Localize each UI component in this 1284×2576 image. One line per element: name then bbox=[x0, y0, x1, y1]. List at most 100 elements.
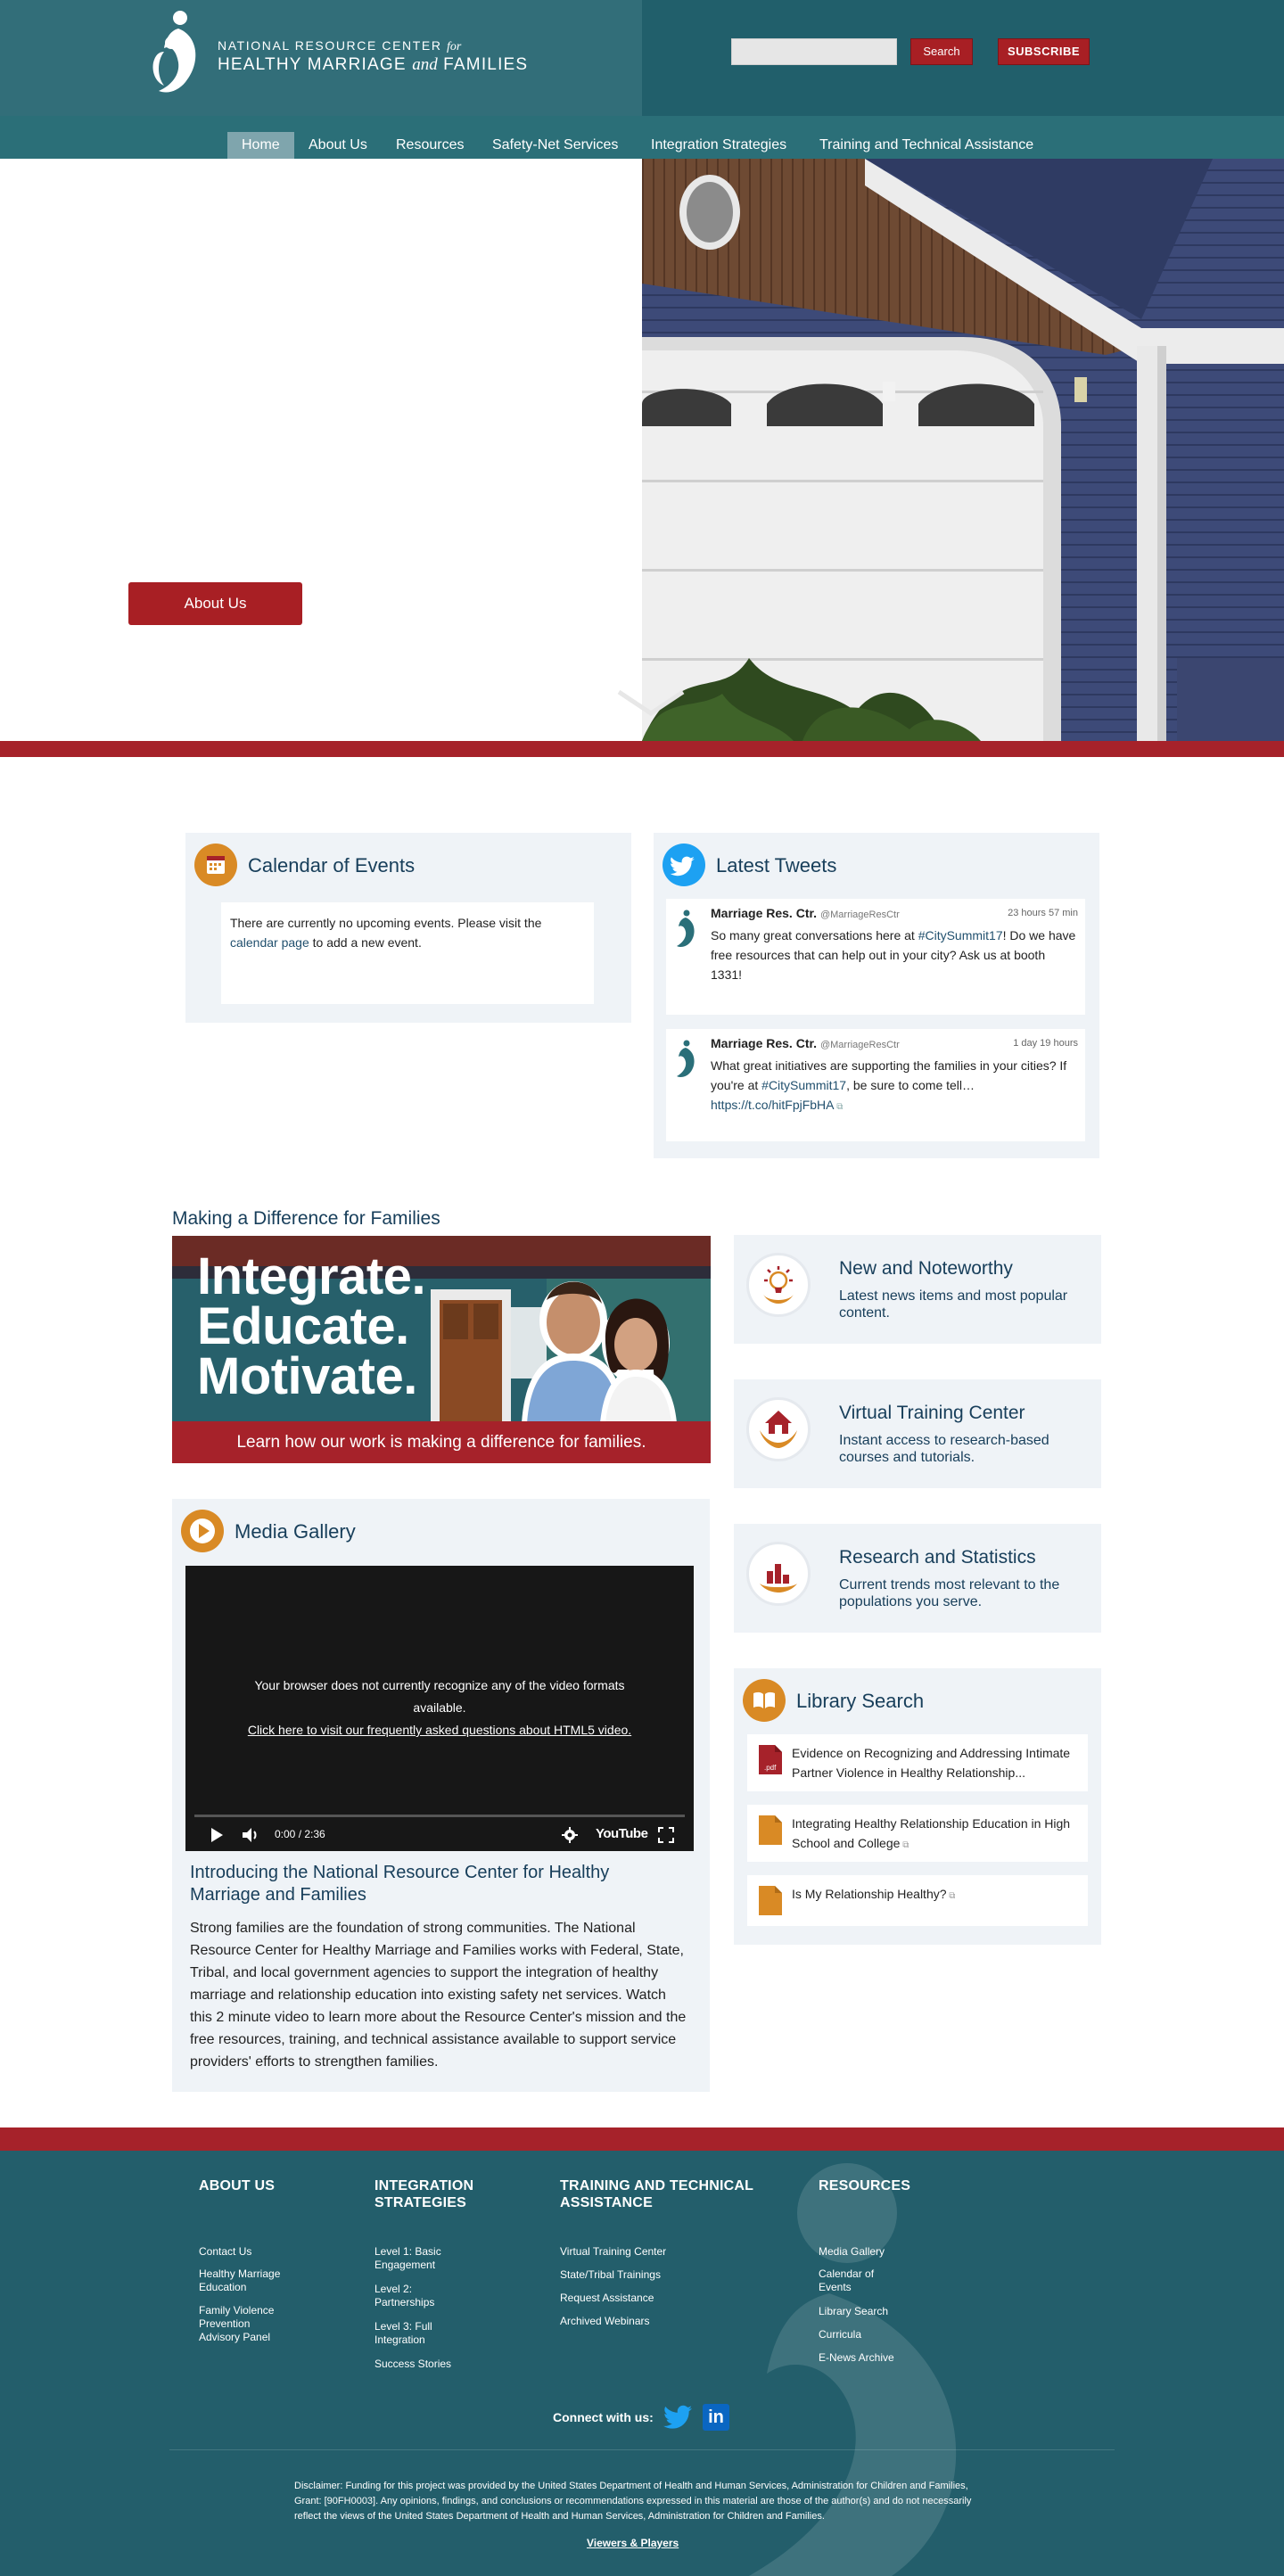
bar-chart-icon bbox=[746, 1542, 811, 1606]
footer-link[interactable]: Library Search bbox=[819, 2305, 888, 2318]
volume-icon[interactable] bbox=[241, 1826, 260, 1844]
site-header: NATIONAL RESOURCE CENTER for HEALTHY MAR… bbox=[0, 0, 1284, 116]
tweet-card: Marriage Res. Ctr. @MarriageResCtr 1 day… bbox=[666, 1029, 1085, 1141]
footer-disclaimer: Disclaimer: Funding for this project was… bbox=[294, 2481, 972, 2522]
library-item[interactable]: Is My Relationship Healthy? ⧉ bbox=[747, 1875, 1088, 1926]
footer-link[interactable]: Archived Webinars bbox=[560, 2315, 650, 2328]
library-item[interactable]: .pdf Evidence on Recognizing and Address… bbox=[747, 1734, 1088, 1791]
external-link-icon: ⧉ bbox=[834, 1102, 844, 1112]
tile-title: New and Noteworthy bbox=[839, 1258, 1013, 1279]
lightbulb-icon bbox=[746, 1253, 811, 1317]
tweet-url-link[interactable]: https://t.co/hitFpjFbHA bbox=[711, 1098, 835, 1112]
house-hands-icon bbox=[746, 1397, 811, 1461]
footer-heading-training-technical-assistance: TRAINING AND TECHNICAL ASSISTANCE bbox=[560, 2178, 753, 2210]
tweet-card: Marriage Res. Ctr. @MarriageResCtr 23 ho… bbox=[666, 899, 1085, 1015]
search-button[interactable]: Search bbox=[910, 38, 973, 65]
hero-house-image bbox=[642, 159, 1284, 741]
tile-description: Instant access to research-based courses… bbox=[839, 1433, 1049, 1465]
tweet-text: So many great conversations here at #Cit… bbox=[711, 928, 1076, 982]
new-and-noteworthy-tile[interactable]: New and Noteworthy Latest news items and… bbox=[734, 1235, 1101, 1344]
family-logo-icon bbox=[152, 11, 196, 93]
search-input[interactable] bbox=[731, 38, 897, 65]
tile-title: Virtual Training Center bbox=[839, 1403, 1025, 1423]
library-item[interactable]: Integrating Healthy Relationship Educati… bbox=[747, 1805, 1088, 1862]
banner-headline-motivate: Motivate. bbox=[197, 1347, 417, 1405]
subscribe-button[interactable]: SUBSCRIBE bbox=[998, 38, 1090, 65]
video-timestamp: 0:00 / 2:36 bbox=[275, 1828, 325, 1840]
footer-link[interactable]: Family Violence Prevention Advisory Pane… bbox=[199, 2304, 288, 2344]
twitter-bird-icon[interactable] bbox=[663, 844, 705, 886]
footer-top-bar bbox=[0, 2127, 1284, 2151]
virtual-training-center-tile[interactable]: Virtual Training Center Instant access t… bbox=[734, 1379, 1101, 1488]
svg-text:.pdf: .pdf bbox=[764, 1764, 777, 1772]
footer-link[interactable]: Level 1: Basic Engagement bbox=[374, 2245, 455, 2272]
main-nav: Home About Us Resources Safety-Net Servi… bbox=[0, 116, 1284, 159]
footer-link[interactable]: Contact Us bbox=[199, 2245, 251, 2259]
library-item-title[interactable]: Integrating Healthy Relationship Educati… bbox=[792, 1814, 1077, 1856]
footer-link[interactable]: Virtual Training Center bbox=[560, 2245, 666, 2259]
tweet-hashtag-link[interactable]: #CitySummit17 bbox=[918, 928, 1003, 942]
html5-video-faq-link[interactable]: Click here to visit our frequently asked… bbox=[248, 1723, 631, 1737]
nav-item-integration-strategies[interactable]: Integration Strategies bbox=[651, 132, 786, 159]
calendar-events-box: There are currently no upcoming events. … bbox=[221, 902, 594, 1004]
tweets-title: Latest Tweets bbox=[716, 854, 837, 876]
tweet-time[interactable]: 23 hours 57 min bbox=[1008, 908, 1078, 918]
tweet-time[interactable]: 1 day 19 hours bbox=[1013, 1038, 1078, 1049]
making-difference-banner[interactable]: Integrate. Educate. Motivate. Learn how … bbox=[172, 1236, 711, 1463]
calendar-message: There are currently no upcoming events. … bbox=[230, 916, 542, 950]
youtube-logo[interactable]: YouTube bbox=[596, 1826, 648, 1841]
media-gallery-title: Media Gallery bbox=[235, 1520, 356, 1543]
document-icon bbox=[759, 1815, 782, 1845]
footer-link[interactable]: Level 2: Partnerships bbox=[374, 2283, 455, 2309]
video-description: Strong families are the foundation of st… bbox=[190, 1921, 687, 2070]
about-us-hero-button[interactable]: About Us bbox=[128, 582, 302, 625]
footer-link[interactable]: Success Stories bbox=[374, 2358, 451, 2371]
scroll-down-chevron-icon[interactable] bbox=[615, 687, 687, 719]
external-link-icon: ⧉ bbox=[946, 1891, 956, 1901]
tweets-panel: Latest Tweets Marriage Res. Ctr. @Marria… bbox=[654, 833, 1099, 1158]
calendar-panel: Calendar of Events There are currently n… bbox=[185, 833, 631, 1023]
footer-link[interactable]: Media Gallery bbox=[819, 2245, 885, 2259]
nav-item-safety-net-services[interactable]: Safety-Net Services bbox=[492, 132, 618, 159]
site-logo[interactable]: NATIONAL RESOURCE CENTER for HEALTHY MAR… bbox=[152, 9, 544, 98]
hero-divider-bar bbox=[0, 741, 1284, 757]
research-and-statistics-tile[interactable]: Research and Statistics Current trends m… bbox=[734, 1524, 1101, 1633]
nav-item-resources[interactable]: Resources bbox=[396, 132, 464, 159]
video-title[interactable]: Introducing the National Resource Center… bbox=[190, 1862, 671, 1906]
calendar-page-link[interactable]: calendar page bbox=[230, 935, 309, 950]
twitter-icon[interactable] bbox=[663, 2405, 692, 2430]
footer-link[interactable]: Request Assistance bbox=[560, 2292, 654, 2305]
banner-headline-educate: Educate. bbox=[197, 1297, 409, 1355]
video-player[interactable]: Your browser does not currently recogniz… bbox=[185, 1566, 694, 1851]
logo-text-line1: NATIONAL RESOURCE CENTER for bbox=[218, 38, 462, 53]
footer-link[interactable]: Level 3: Full Integration bbox=[374, 2320, 455, 2347]
video-unsupported-message: Your browser does not currently recogniz… bbox=[247, 1678, 632, 1737]
viewers-and-players-link[interactable]: Viewers & Players bbox=[587, 2537, 679, 2549]
footer-heading-about-us: ABOUT US bbox=[199, 2178, 276, 2193]
nav-item-home[interactable]: Home bbox=[227, 132, 294, 159]
tile-title: Research and Statistics bbox=[839, 1547, 1036, 1568]
footer-link[interactable]: Calendar of Events bbox=[819, 2267, 890, 2294]
document-icon bbox=[759, 1886, 782, 1915]
footer-link[interactable]: Curricula bbox=[819, 2328, 861, 2341]
banner-caption[interactable]: Learn how our work is making a differenc… bbox=[172, 1421, 711, 1463]
library-item-title[interactable]: Is My Relationship Healthy? ⧉ bbox=[792, 1884, 1077, 1906]
tweet-author[interactable]: Marriage Res. Ctr. @MarriageResCtr bbox=[711, 1036, 900, 1050]
settings-gear-icon[interactable] bbox=[562, 1827, 578, 1843]
footer-link[interactable]: State/Tribal Trainings bbox=[560, 2268, 661, 2282]
nav-item-about-us[interactable]: About Us bbox=[309, 132, 367, 159]
footer-divider bbox=[169, 2449, 1115, 2450]
marriage-res-ctr-avatar-icon bbox=[677, 909, 695, 947]
footer-link[interactable]: E-News Archive bbox=[819, 2351, 894, 2365]
linkedin-icon[interactable]: in bbox=[703, 2404, 729, 2431]
library-item-title[interactable]: Evidence on Recognizing and Addressing I… bbox=[792, 1743, 1077, 1782]
footer-link[interactable]: Healthy Marriage Education bbox=[199, 2267, 297, 2294]
footer-heading-resources: RESOURCES bbox=[819, 2178, 911, 2193]
play-icon[interactable] bbox=[208, 1826, 226, 1844]
tweet-author[interactable]: Marriage Res. Ctr. @MarriageResCtr bbox=[711, 906, 900, 920]
nav-item-training-technical-assistance[interactable]: Training and Technical Assistance bbox=[819, 132, 1033, 159]
tweet-hashtag-link[interactable]: #CitySummit17 bbox=[761, 1078, 846, 1092]
library-search-title: Library Search bbox=[796, 1690, 925, 1712]
making-difference-heading: Making a Difference for Families bbox=[172, 1208, 440, 1229]
fullscreen-icon[interactable] bbox=[658, 1827, 674, 1843]
